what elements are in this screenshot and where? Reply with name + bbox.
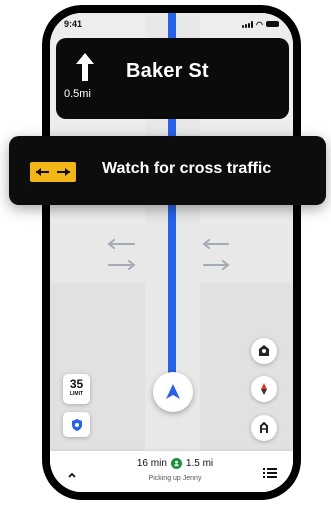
compass-button[interactable] (251, 376, 277, 402)
street-name: Baker St (126, 60, 209, 82)
chevron-up-icon (68, 472, 76, 478)
rider-icon (170, 458, 182, 469)
trip-list-button[interactable] (261, 465, 279, 481)
expand-button[interactable] (62, 465, 82, 485)
status-time: 9:41 (64, 19, 83, 29)
straight-arrow-icon (76, 53, 94, 81)
wifi-icon: ◠ (256, 19, 263, 29)
speed-limit-label: LIMIT (69, 391, 84, 397)
trip-summary: 16 min 1.5 mi (115, 458, 235, 469)
trip-status: Picking up Jenny (148, 475, 202, 482)
trip-duration: 16 min (136, 458, 167, 469)
cross-traffic-icon (30, 162, 76, 182)
route-options-button[interactable] (251, 415, 277, 441)
report-incident-icon (259, 345, 269, 356)
trip-distance: 1.5 mi (185, 458, 214, 469)
status-icons: ◠ (242, 20, 279, 29)
navigation-arrow-icon (166, 384, 180, 399)
battery-icon (266, 21, 279, 27)
current-location-puck (153, 372, 193, 412)
alert-text: Watch for cross traffic (102, 160, 272, 177)
speed-limit-sign: 35 LIMIT (63, 374, 90, 404)
status-bar: 9:41 ◠ (50, 13, 293, 35)
safety-shield-icon (71, 418, 82, 431)
report-button[interactable] (251, 338, 277, 364)
turn-instruction-card[interactable]: 0.5mi Baker St (56, 38, 289, 119)
speed-limit-value: 35 (69, 377, 84, 391)
signal-icon (242, 20, 254, 28)
alert-banner[interactable]: Watch for cross traffic (9, 136, 326, 205)
trip-bottom-sheet[interactable]: 16 min 1.5 mi Picking up Jenny (50, 451, 293, 492)
list-icon (263, 468, 277, 478)
compass-icon (261, 383, 267, 395)
route-options-icon (260, 421, 268, 433)
safety-button[interactable] (63, 412, 90, 437)
turn-distance: 0.5mi (64, 88, 91, 100)
